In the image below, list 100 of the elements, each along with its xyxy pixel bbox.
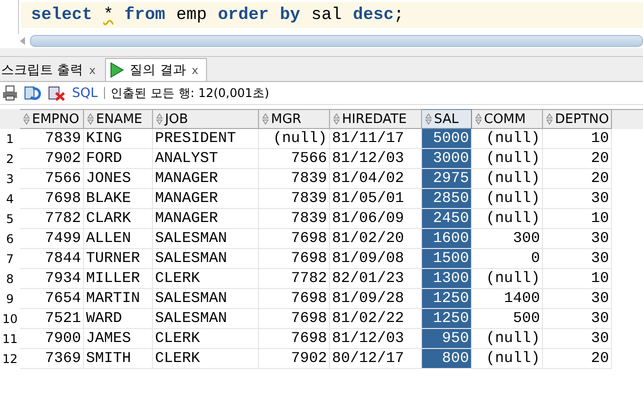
table-cell: 7698 (259, 289, 330, 309)
table-cell: 20 (543, 349, 612, 369)
sort-icon (156, 113, 163, 125)
table-cell: 7839 (20, 129, 84, 149)
table-cell: 1250 (422, 309, 472, 329)
table-cell: 7499 (20, 229, 84, 249)
sql-token: emp (176, 6, 207, 24)
table-cell: 7698 (259, 249, 330, 269)
table-cell: CLERK (153, 269, 259, 289)
table-cell: PRESIDENT (153, 129, 259, 149)
sql-link[interactable]: SQL (72, 86, 98, 100)
table-cell: CLARK (84, 209, 153, 229)
table-cell: (null) (472, 189, 543, 209)
table-cell: 82/01/23 (330, 269, 422, 289)
table-cell: 80/12/17 (330, 349, 422, 369)
table-cell: 800 (422, 349, 472, 369)
column-label: HIREDATE (342, 112, 407, 126)
sort-icon (475, 113, 482, 125)
status-text: 인출된 모든 행: 12(0,001초) (110, 84, 270, 102)
column-header[interactable]: MGR (259, 109, 330, 129)
table-cell: 7698 (259, 329, 330, 349)
column-header[interactable]: ENAME (84, 109, 153, 129)
table-cell: 81/04/02 (330, 169, 422, 189)
close-button[interactable]: x (192, 64, 198, 76)
table-cell: MARTIN (84, 289, 153, 309)
refresh-icon[interactable] (24, 85, 42, 101)
table-cell: 81/02/20 (330, 229, 422, 249)
row-number: 4 (5, 191, 15, 208)
table-cell: (null) (472, 129, 543, 149)
result-tab[interactable]: 질의 결과 x (104, 58, 208, 81)
row-number: 11 (1, 331, 19, 348)
table-cell: (null) (259, 129, 330, 149)
table-cell: 20 (543, 149, 612, 169)
sql-token: from (124, 6, 166, 24)
column-header[interactable]: EMPNO (20, 109, 84, 129)
table-cell: 30 (543, 289, 612, 309)
table-cell: 7782 (259, 269, 330, 289)
table-cell: 10 (543, 129, 612, 149)
sql-token: desc (352, 6, 394, 24)
sql-token: sal (311, 6, 342, 24)
table-cell: 950 (422, 329, 472, 349)
table-cell: 30 (543, 189, 612, 209)
table-cell: (null) (472, 169, 543, 189)
sort-icon (546, 113, 553, 125)
table-cell: SALESMAN (153, 289, 259, 309)
column-header[interactable]: DEPTNO (543, 109, 612, 129)
table-cell: KING (84, 129, 153, 149)
column-header[interactable]: HIREDATE (330, 109, 422, 129)
table-cell: 81/06/09 (330, 209, 422, 229)
table-cell: FORD (84, 149, 153, 169)
table-cell: 1500 (422, 249, 472, 269)
column-label: COMM (484, 112, 526, 126)
table-cell: 7521 (20, 309, 84, 329)
table-cell: 7839 (259, 209, 330, 229)
close-button[interactable]: x (89, 64, 96, 76)
column-label: SAL (434, 112, 459, 126)
table-cell: 7902 (20, 149, 84, 169)
table-cell: 81/12/03 (330, 329, 422, 349)
table-cell: (null) (472, 209, 543, 229)
table-cell: 81/12/03 (330, 149, 422, 169)
header-corner (0, 109, 20, 129)
column-header[interactable]: JOB (153, 109, 259, 129)
delete-icon[interactable] (48, 85, 66, 101)
row-number: 12 (1, 351, 19, 368)
sort-icon (23, 113, 30, 125)
table-cell: 81/09/28 (330, 289, 422, 309)
table-cell: 1600 (422, 229, 472, 249)
table-cell: (null) (472, 329, 543, 349)
horizontal-scrollbar[interactable] (30, 35, 643, 47)
row-number: 7 (5, 251, 15, 268)
row-number: 6 (5, 231, 15, 248)
column-label: MGR (271, 112, 302, 126)
table-cell: 7698 (259, 229, 330, 249)
table-cell: MILLER (84, 269, 153, 289)
table-cell: (null) (472, 149, 543, 169)
table-cell: 30 (543, 309, 612, 329)
table-cell: 7566 (259, 149, 330, 169)
table-cell: MANAGER (153, 209, 259, 229)
table-cell: SMITH (84, 349, 153, 369)
tab-label: 스크립트 출력 (1, 62, 84, 79)
table-cell: SALESMAN (153, 249, 259, 269)
table-cell: 81/05/01 (330, 189, 422, 209)
sql-token: * (103, 6, 114, 24)
table-cell: 7566 (20, 169, 84, 189)
table-cell: 7900 (20, 329, 84, 349)
table-cell: 30 (543, 229, 612, 249)
column-header[interactable]: COMM (472, 109, 543, 129)
table-cell: 81/09/08 (330, 249, 422, 269)
printer-icon[interactable] (2, 85, 18, 101)
table-cell: 7369 (20, 349, 84, 369)
column-header[interactable]: SAL (422, 109, 472, 129)
row-number: 9 (5, 291, 15, 308)
sort-icon (425, 113, 432, 125)
row-number: 10 (1, 311, 19, 328)
table-cell: 300 (472, 229, 543, 249)
table-cell: JAMES (84, 329, 153, 349)
table-cell: TURNER (84, 249, 153, 269)
table-cell: 7839 (259, 169, 330, 189)
table-cell: 10 (543, 269, 612, 289)
table-cell: 1300 (422, 269, 472, 289)
